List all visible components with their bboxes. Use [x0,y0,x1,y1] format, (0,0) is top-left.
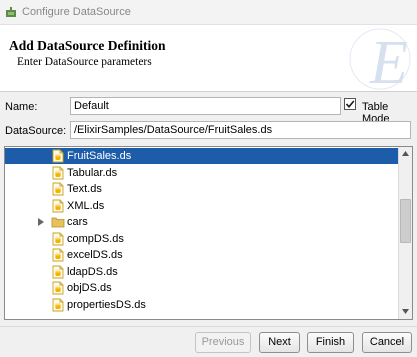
expand-arrow-icon[interactable] [38,218,44,226]
tree-item-label: compDS.ds [67,232,124,245]
datasource-file-icon [52,199,64,212]
tree-item[interactable]: propertiesDS.ds [5,297,398,313]
arrow-down-icon [402,309,409,314]
datasource-file-icon [52,149,64,163]
header-title: Add DataSource Definition [9,38,166,53]
tree-item-label: cars [67,216,88,228]
finish-button[interactable]: Finish [307,332,354,353]
scroll-down-button[interactable] [399,305,412,319]
tree-item-label: propertiesDS.ds [67,298,146,311]
next-button[interactable]: Next [259,332,300,353]
datasource-file-icon [52,298,64,311]
tree-item[interactable]: ldapDS.ds [5,264,398,280]
scroll-thumb[interactable] [400,199,411,243]
tree-item[interactable]: Text.ds [5,181,398,197]
checkmark-icon [345,100,355,109]
datasource-file-icon [52,232,64,245]
tree-item-label: Text.ds [67,183,102,195]
datasource-file-icon [52,166,64,179]
repository-tree[interactable]: FruitSales.ds Tabular.ds Text.ds XML.ds cars… [4,146,413,320]
folder-icon [51,217,65,228]
tree-item[interactable]: objDS.ds [5,280,398,296]
previous-button[interactable]: Previous [195,332,251,353]
tree-item-label: Tabular.ds [67,166,118,179]
tree-item[interactable]: Tabular.ds [5,165,398,181]
datasource-field[interactable] [70,121,411,139]
title-bar: Configure DataSource [0,0,417,25]
arrow-up-icon [402,151,409,156]
tree-item[interactable]: compDS.ds [5,231,398,247]
svg-text:E: E [369,29,408,91]
datasource-label: DataSource: [5,125,67,137]
tree-item-label: excelDS.ds [67,249,123,261]
table-mode-checkbox[interactable] [344,98,356,110]
tree-item-label: XML.ds [67,199,105,212]
cancel-button[interactable]: Cancel [362,332,412,353]
tree-item[interactable]: FruitSales.ds [5,148,398,164]
datasource-file-icon [52,182,64,196]
tree-item-label: objDS.ds [67,282,112,294]
wizard-header: Add DataSource Definition Enter DataSour… [0,25,417,92]
button-bar-divider [0,326,417,327]
name-field[interactable] [70,97,341,115]
datasource-file-icon [52,281,64,295]
name-label: Name: [5,101,38,113]
tree-item[interactable]: excelDS.ds [5,247,398,263]
header-subtitle: Enter DataSource parameters [17,56,152,68]
puzzle-icon [6,7,16,17]
window-title: Configure DataSource [22,6,131,18]
tree-item-label: ldapDS.ds [67,265,118,278]
vertical-scrollbar[interactable] [398,147,412,319]
tree-item-label: FruitSales.ds [67,150,132,162]
tree-item[interactable]: XML.ds [5,198,398,214]
scroll-up-button[interactable] [399,147,412,161]
datasource-file-icon [52,265,64,278]
datasource-file-icon [52,248,64,262]
tree-item[interactable]: cars [5,214,398,230]
elixir-logo-watermark: E [349,28,411,91]
